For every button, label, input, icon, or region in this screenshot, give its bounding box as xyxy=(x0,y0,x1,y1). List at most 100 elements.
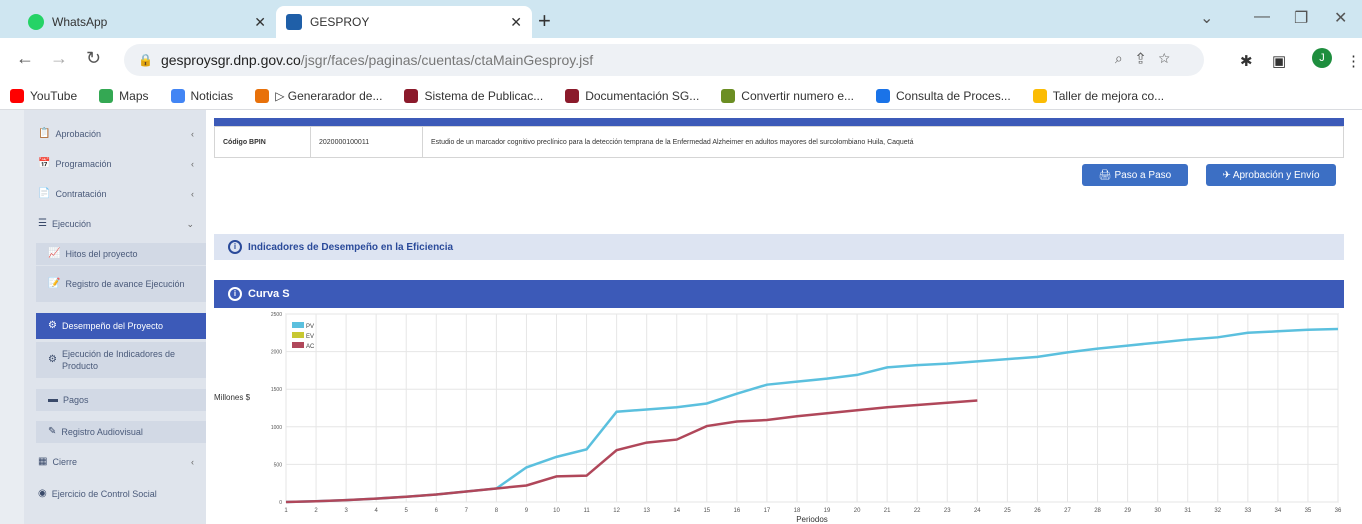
x-tick-label: 16 xyxy=(734,508,741,514)
chevron-icon: ‹ xyxy=(191,159,194,169)
bookmark-item[interactable]: Consulta de Proces... xyxy=(876,88,1011,103)
bookmark-icon xyxy=(1032,88,1047,103)
tab-gesproy[interactable]: GESPROY ✕ xyxy=(276,6,532,38)
bookmark-item[interactable]: Documentación SG... xyxy=(565,88,699,103)
sidebar-item[interactable]: ⚙ Desempeño del Proyecto xyxy=(36,313,206,339)
y-tick-label: 0 xyxy=(279,500,282,506)
bookmark-icon xyxy=(721,88,736,103)
x-tick-label: 34 xyxy=(1275,508,1282,514)
back-icon[interactable]: ← xyxy=(16,48,34,69)
side-panel-icon[interactable]: ▣ xyxy=(1272,52,1286,70)
bookmark-item[interactable]: Noticias xyxy=(170,88,234,103)
x-tick-label: 10 xyxy=(553,508,560,514)
bookmark-icon xyxy=(255,88,270,103)
sidebar-item[interactable]: ◉ Ejercicio de Control Social xyxy=(24,483,206,505)
aprobacion-envio-button[interactable]: ✈ Aprobación y Envío xyxy=(1206,164,1336,186)
menu-icon: ☰ xyxy=(38,218,47,229)
bookmark-item[interactable]: Convertir numero e... xyxy=(721,88,854,103)
info-icon: i xyxy=(228,240,242,254)
menu-icon: ◉ xyxy=(38,488,47,499)
maximize-icon[interactable]: ❐ xyxy=(1294,8,1308,28)
plot-area xyxy=(285,313,1339,503)
legend-swatch xyxy=(292,342,304,348)
bookmark-item[interactable]: ▷ Generarador de... xyxy=(255,88,382,103)
sidebar-item[interactable]: 📝 Registro de avance Ejecución xyxy=(36,266,206,302)
x-tick-label: 13 xyxy=(643,508,650,514)
x-tick-label: 30 xyxy=(1154,508,1161,514)
bookmark-icon xyxy=(876,88,890,103)
x-tick-label: 22 xyxy=(914,508,921,514)
sidebar-item[interactable]: ▦ Cierre ‹ xyxy=(24,451,206,473)
sidebar-item-label: Desempeño del Proyecto xyxy=(61,321,164,331)
bookmark-label: Taller de mejora co... xyxy=(1052,88,1165,103)
x-tick-label: 14 xyxy=(673,508,680,514)
tab-whatsapp[interactable]: WhatsApp ✕ xyxy=(18,6,276,38)
reload-icon[interactable]: ↻ xyxy=(86,48,101,69)
x-tick-label: 17 xyxy=(764,508,771,514)
extensions-icon[interactable]: ✱ xyxy=(1240,52,1253,70)
x-tick-label: 21 xyxy=(884,508,891,514)
profile-avatar[interactable]: J xyxy=(1312,48,1332,68)
sidebar-item[interactable]: 📋 Aprobación ‹ xyxy=(24,123,206,145)
minimize-icon[interactable]: — xyxy=(1254,8,1270,26)
y-axis-label: Millones $ xyxy=(214,393,251,402)
address-bar[interactable]: 🔒 gesproysgr.dnp.gov.co/jsgr/faces/pagin… xyxy=(124,44,1204,76)
menu-icon: 📋 xyxy=(38,128,51,139)
indicadores-title: Indicadores de Desempeño en la Eficienci… xyxy=(248,241,454,253)
x-tick-label: 27 xyxy=(1064,508,1071,514)
menu-icon: ⚙ xyxy=(48,354,57,365)
omnibox-actions[interactable]: ⌕⇪☆ xyxy=(1115,50,1184,67)
sidebar-item[interactable]: 📅 Programación ‹ xyxy=(24,153,206,175)
sidebar-item[interactable]: ▬ Pagos xyxy=(36,389,206,411)
sidebar-item[interactable]: 📈 Hitos del proyecto xyxy=(36,243,206,265)
sidebar-item-label: Registro Audiovisual xyxy=(61,427,143,437)
header-strip xyxy=(214,118,1344,126)
sidebar-item-label: Ejecución de Indicadores de Producto xyxy=(61,349,176,371)
x-tick-label: 8 xyxy=(495,508,499,514)
bookmark-label: Convertir numero e... xyxy=(741,88,854,103)
tab-search-icon[interactable]: ⌄ xyxy=(1200,8,1213,28)
bookmark-item[interactable]: Taller de mejora co... xyxy=(1032,88,1165,103)
bookmark-item[interactable]: YouTube xyxy=(10,88,77,103)
paso-a-paso-label: Paso a Paso xyxy=(1114,169,1172,181)
close-window-icon[interactable]: ✕ xyxy=(1334,8,1347,28)
bookmark-item[interactable]: Maps xyxy=(99,88,149,103)
x-tick-label: 7 xyxy=(465,508,469,514)
sidebar-item[interactable]: ⚙ Ejecución de Indicadores de Producto xyxy=(36,342,206,378)
bookmark-icon xyxy=(170,88,185,103)
sidebar-item[interactable]: ☰ Ejecución ⌄ xyxy=(24,213,206,235)
bookmark-icon xyxy=(404,88,419,103)
bookmark-icon xyxy=(565,88,580,103)
chevron-icon: ‹ xyxy=(191,189,194,199)
menu-icon: 📄 xyxy=(38,188,51,199)
legend-label: PV xyxy=(306,324,314,330)
x-tick-label: 15 xyxy=(703,508,710,514)
x-tick-label: 18 xyxy=(794,508,801,514)
bookmark-label: Noticias xyxy=(190,88,234,103)
close-icon[interactable]: ✕ xyxy=(254,14,266,31)
x-tick-label: 3 xyxy=(344,508,348,514)
paso-a-paso-button[interactable]: 🖨 Paso a Paso xyxy=(1082,164,1188,186)
close-icon[interactable]: ✕ xyxy=(510,14,522,31)
x-tick-label: 9 xyxy=(525,508,529,514)
x-tick-label: 1 xyxy=(284,508,288,514)
bookmark-item[interactable]: Sistema de Publicac... xyxy=(404,88,543,103)
chevron-icon: ‹ xyxy=(191,457,194,467)
y-tick-label: 1000 xyxy=(271,425,282,431)
chart-svg: 1 2 3 4 5 6 7 8 9 10 11 12 13 14 15 16 17 18 19 20 21 22 23 24 2… xyxy=(214,312,1342,524)
sidebar-item[interactable]: ✎ Registro Audiovisual xyxy=(36,421,206,443)
curva-s-chart: 1 2 3 4 5 6 7 8 9 10 11 12 13 14 15 16 17 18 19 20 21 22 23 24 2… xyxy=(206,308,1362,524)
lock-icon[interactable]: 🔒 xyxy=(138,53,153,67)
sidebar-item[interactable]: 📄 Contratación ‹ xyxy=(24,183,206,205)
x-tick-label: 36 xyxy=(1335,508,1342,514)
url-host: gesproysgr.dnp.gov.co xyxy=(160,52,301,68)
legend-swatch xyxy=(292,322,304,328)
bookmark-icon xyxy=(10,88,24,103)
x-tick-label: 2 xyxy=(314,508,318,514)
bookmark-label: Maps xyxy=(119,88,149,103)
forward-icon[interactable]: → xyxy=(50,48,68,69)
sidebar-item-label: Hitos del proyecto xyxy=(65,249,138,259)
menu-icon[interactable]: ⋮ xyxy=(1346,52,1361,70)
chevron-icon: ‹ xyxy=(191,129,194,139)
new-tab-button[interactable]: + xyxy=(538,8,551,34)
